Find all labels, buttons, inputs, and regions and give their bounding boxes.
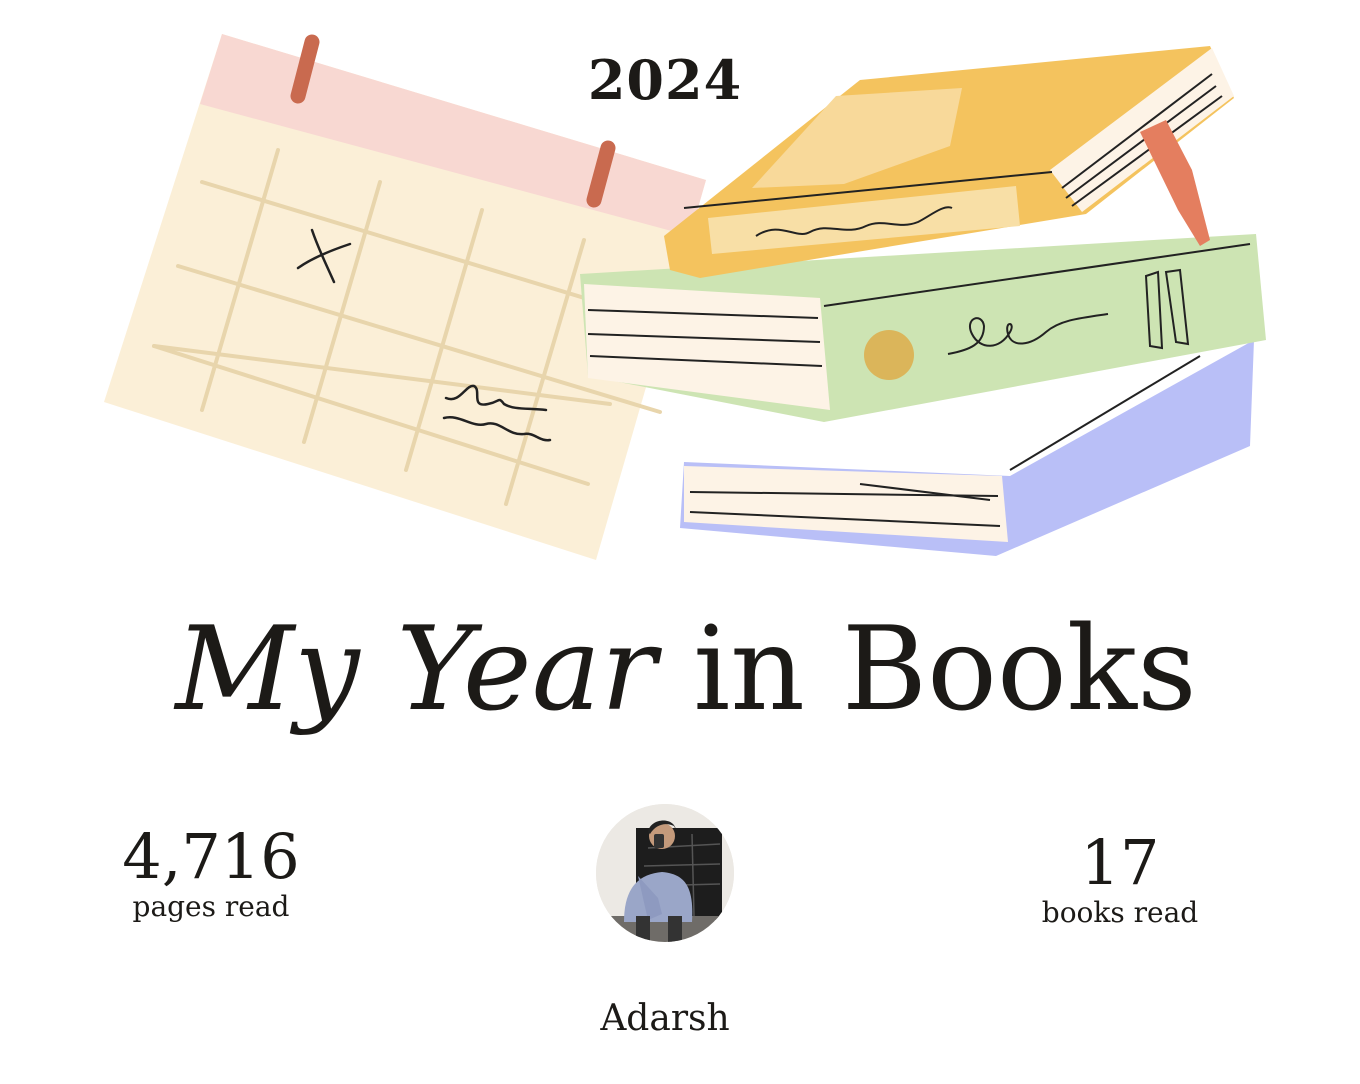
page-title: My Year in Books: [0, 600, 1360, 740]
books-read-label: books read: [1041, 896, 1199, 929]
books-read-value: 17: [1080, 826, 1160, 899]
pages-read-value: 4,716: [122, 820, 300, 893]
pages-read-stat: 4,716 pages read: [96, 824, 326, 922]
title-in-books: in Books: [693, 602, 1197, 737]
year-heading: 2024: [587, 48, 743, 112]
user-avatar[interactable]: [596, 804, 734, 942]
user-name: Adarsh: [600, 998, 730, 1039]
user-photo-icon: [596, 804, 734, 942]
pages-read-label: pages read: [132, 890, 290, 923]
books-read-stat: 17 books read: [1000, 830, 1240, 928]
title-my: My: [175, 602, 360, 737]
title-year: Year: [396, 602, 657, 737]
